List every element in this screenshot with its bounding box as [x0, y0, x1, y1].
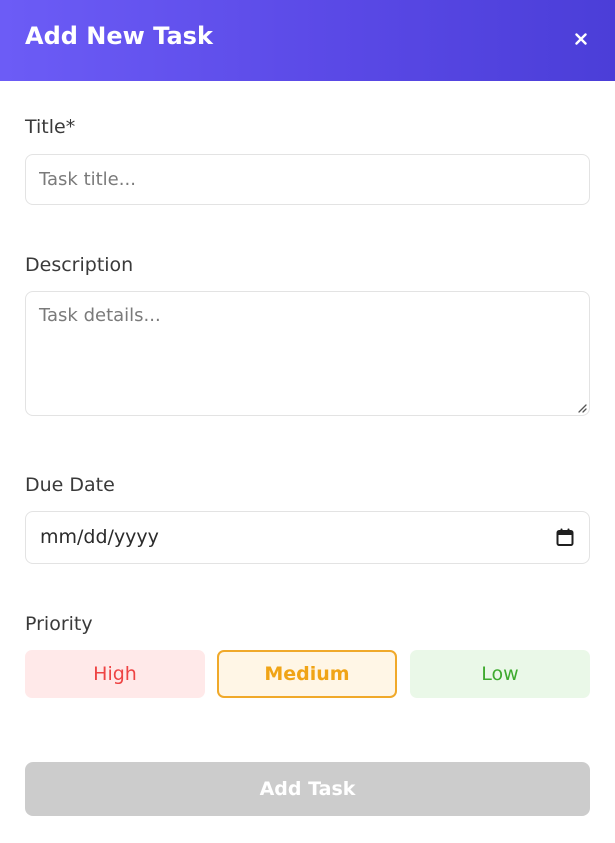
priority-medium-label: Medium	[264, 663, 350, 685]
task-title-input[interactable]	[25, 154, 590, 205]
modal-title: Add New Task	[25, 22, 213, 50]
modal-header: Add New Task	[0, 0, 615, 81]
resize-handle-icon[interactable]	[577, 403, 587, 413]
due-date-input[interactable]: mm/dd/yyyy	[25, 511, 590, 564]
priority-medium-button[interactable]: Medium	[217, 650, 397, 698]
due-date-placeholder: mm/dd/yyyy	[40, 526, 159, 548]
priority-low-label: Low	[481, 663, 519, 685]
priority-low-button[interactable]: Low	[410, 650, 590, 698]
add-task-button-label: Add Task	[259, 778, 356, 800]
close-icon	[575, 33, 587, 45]
close-button[interactable]	[568, 26, 594, 52]
priority-high-button[interactable]: High	[25, 650, 205, 698]
due-date-label: Due Date	[25, 474, 115, 496]
priority-high-label: High	[93, 663, 137, 685]
add-task-button[interactable]: Add Task	[25, 762, 590, 816]
priority-label: Priority	[25, 613, 93, 635]
title-label: Title*	[25, 116, 76, 138]
task-description-textarea[interactable]	[25, 291, 590, 416]
add-task-modal: Add New Task Title* Description Due Date…	[0, 0, 615, 843]
calendar-icon[interactable]	[555, 527, 575, 547]
description-label: Description	[25, 254, 134, 276]
